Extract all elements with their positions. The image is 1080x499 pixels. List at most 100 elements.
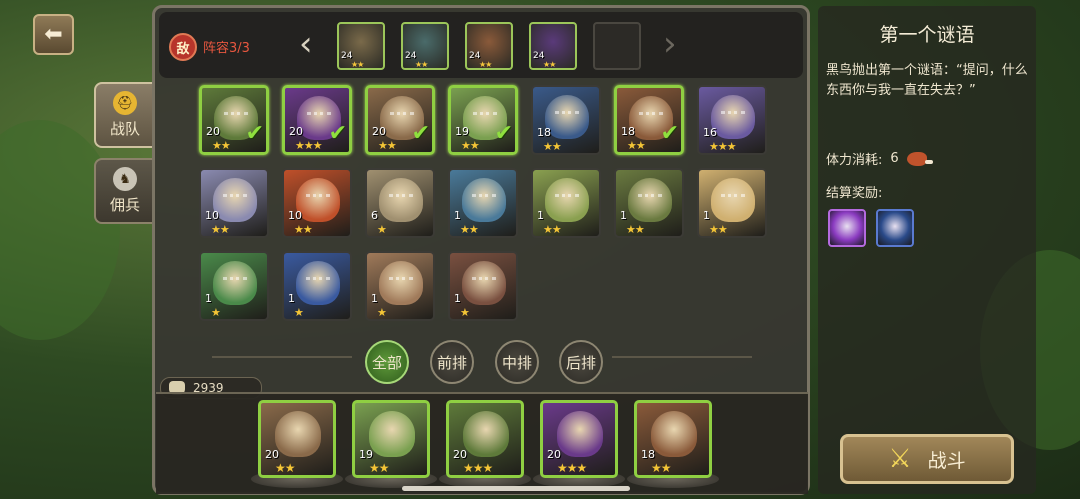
hero-portrait xyxy=(369,411,415,457)
selected-check-icon: ✔ xyxy=(411,121,430,146)
hero-stars: ★★ xyxy=(460,223,479,236)
hero-level: 20 xyxy=(206,125,220,138)
hero-level: 19 xyxy=(455,125,469,138)
hero-card[interactable]: 1 ★ xyxy=(448,251,518,321)
hero-portrait xyxy=(379,261,423,305)
fight-button[interactable]: ⚔ 战斗 xyxy=(840,434,1014,484)
enemy-hero-slot[interactable]: 24 ★★ xyxy=(337,22,385,70)
hero-card[interactable]: 20 ★★ ✔ xyxy=(365,85,435,155)
prev-lineup-arrow[interactable]: ‹ xyxy=(299,24,313,64)
hero-level: 1 xyxy=(454,209,461,222)
filter-divider xyxy=(212,356,352,358)
hero-card[interactable]: 16 ★★★ xyxy=(697,85,767,155)
knight-helmet-icon: ♞ xyxy=(113,167,137,191)
hero-level: 1 xyxy=(205,292,212,305)
hero-card[interactable]: 1 ★★ xyxy=(697,168,767,238)
scroll-icon[interactable] xyxy=(828,209,866,247)
hero-level: 18 xyxy=(641,448,655,461)
tab-team-label: 战队 xyxy=(109,120,140,138)
team-hero-slot[interactable]: 20 ★★ xyxy=(258,400,336,478)
hero-card[interactable]: 1 ★ xyxy=(365,251,435,321)
hero-card[interactable]: 1 ★★ xyxy=(614,168,684,238)
hero-level: 1 xyxy=(288,292,295,305)
hero-portrait xyxy=(213,178,257,222)
hero-stars: ★★★ xyxy=(295,139,323,152)
hero-portrait xyxy=(296,178,340,222)
enemy-hero-slot[interactable]: 24 ★★ xyxy=(401,22,449,70)
crossed-swords-icon: ⚔ xyxy=(888,444,912,474)
hero-stars: ★★ xyxy=(351,60,364,69)
hero-stars: ★★★ xyxy=(709,140,737,153)
hero-card[interactable]: 1 ★★ xyxy=(531,168,601,238)
stamina-label: 体力消耗: xyxy=(826,153,883,168)
hero-level: 1 xyxy=(537,209,544,222)
hero-card[interactable]: 1 ★ xyxy=(199,251,269,321)
hero-card[interactable]: 18 ★★ xyxy=(531,85,601,155)
filter-button[interactable]: 全部 xyxy=(365,340,409,384)
hero-stars: ★★ xyxy=(294,223,313,236)
hero-level: 20 xyxy=(547,448,561,461)
back-arrow-icon: ⬅ xyxy=(44,22,63,47)
enemy-hero-slot[interactable] xyxy=(593,22,641,70)
tab-team[interactable]: ⛑ 战队 xyxy=(94,82,154,148)
hero-card[interactable]: 6 ★ xyxy=(365,168,435,238)
hero-stars: ★★★ xyxy=(463,461,493,475)
hero-level: 20 xyxy=(453,448,467,461)
hero-card[interactable]: 10 ★★ xyxy=(282,168,352,238)
tab-mercenary[interactable]: ♞ 佣兵 xyxy=(94,158,154,224)
filter-button[interactable]: 中排 xyxy=(495,340,539,384)
enemy-lineup-bar: 敌 阵容3/3 ‹ › 24 ★★ 24 ★★ 24 ★★ 24 ★★ xyxy=(159,12,803,78)
hero-stars: ★ xyxy=(211,306,221,319)
hero-portrait xyxy=(462,178,506,222)
selected-check-icon: ✔ xyxy=(245,121,264,146)
selected-check-icon: ✔ xyxy=(328,121,347,146)
hero-stars: ★★ xyxy=(461,139,480,152)
next-lineup-arrow[interactable]: › xyxy=(663,24,677,64)
hero-level: 1 xyxy=(454,292,461,305)
team-hero-slot[interactable]: 18 ★★ xyxy=(634,400,712,478)
stage-info-panel: 第一个谜语 黑鸟抛出第一个谜语：“提问，什么东西你与我一直在失去？” 体力消耗:… xyxy=(818,6,1036,494)
lineup-count: 阵容3/3 xyxy=(203,41,250,56)
hero-card[interactable]: 18 ★★ ✔ xyxy=(614,85,684,155)
home-indicator xyxy=(402,486,630,491)
orb-staff-icon[interactable] xyxy=(876,209,914,247)
team-hero-slot[interactable]: 19 ★★ xyxy=(352,400,430,478)
hero-card[interactable]: 10 ★★ xyxy=(199,168,269,238)
hero-card[interactable]: 20 ★★★ ✔ xyxy=(282,85,352,155)
hero-card[interactable]: 19 ★★ ✔ xyxy=(448,85,518,155)
hero-portrait xyxy=(711,178,755,222)
hero-level: 19 xyxy=(359,448,373,461)
hero-card[interactable]: 20 ★★ ✔ xyxy=(199,85,269,155)
enemy-hero-slot[interactable]: 24 ★★ xyxy=(529,22,577,70)
stage-title: 第一个谜语 xyxy=(879,24,975,46)
tab-mercenary-label: 佣兵 xyxy=(109,196,140,214)
selected-check-icon: ✔ xyxy=(660,121,679,146)
hero-stars: ★★ xyxy=(212,139,231,152)
hero-portrait xyxy=(628,178,672,222)
hero-stars: ★★ xyxy=(543,60,556,69)
meat-icon xyxy=(906,151,933,166)
enemy-hero-slot[interactable]: 24 ★★ xyxy=(465,22,513,70)
hero-level: 1 xyxy=(371,292,378,305)
filter-button[interactable]: 前排 xyxy=(430,340,474,384)
hero-portrait xyxy=(651,411,697,457)
hero-stars: ★★★ xyxy=(557,461,587,475)
hero-card[interactable]: 1 ★ xyxy=(282,251,352,321)
hero-stars: ★★ xyxy=(709,223,728,236)
team-hero-slot[interactable]: 20 ★★★ xyxy=(446,400,524,478)
hero-level: 6 xyxy=(371,209,378,222)
hero-stars: ★★ xyxy=(369,461,389,475)
enemy-badge: 敌 xyxy=(169,33,197,61)
hero-portrait xyxy=(463,411,509,457)
hero-stars: ★★ xyxy=(378,139,397,152)
filter-button[interactable]: 后排 xyxy=(559,340,603,384)
hero-stars: ★★ xyxy=(543,223,562,236)
hero-card[interactable]: 1 ★★ xyxy=(448,168,518,238)
hero-portrait xyxy=(296,261,340,305)
team-hero-slot[interactable]: 20 ★★★ xyxy=(540,400,618,478)
hero-level: 10 xyxy=(288,209,302,222)
hero-portrait xyxy=(379,178,423,222)
rewards-label: 结算奖励: xyxy=(826,186,883,201)
hero-stars: ★ xyxy=(377,223,387,236)
back-button[interactable]: ⬅ xyxy=(33,14,74,55)
